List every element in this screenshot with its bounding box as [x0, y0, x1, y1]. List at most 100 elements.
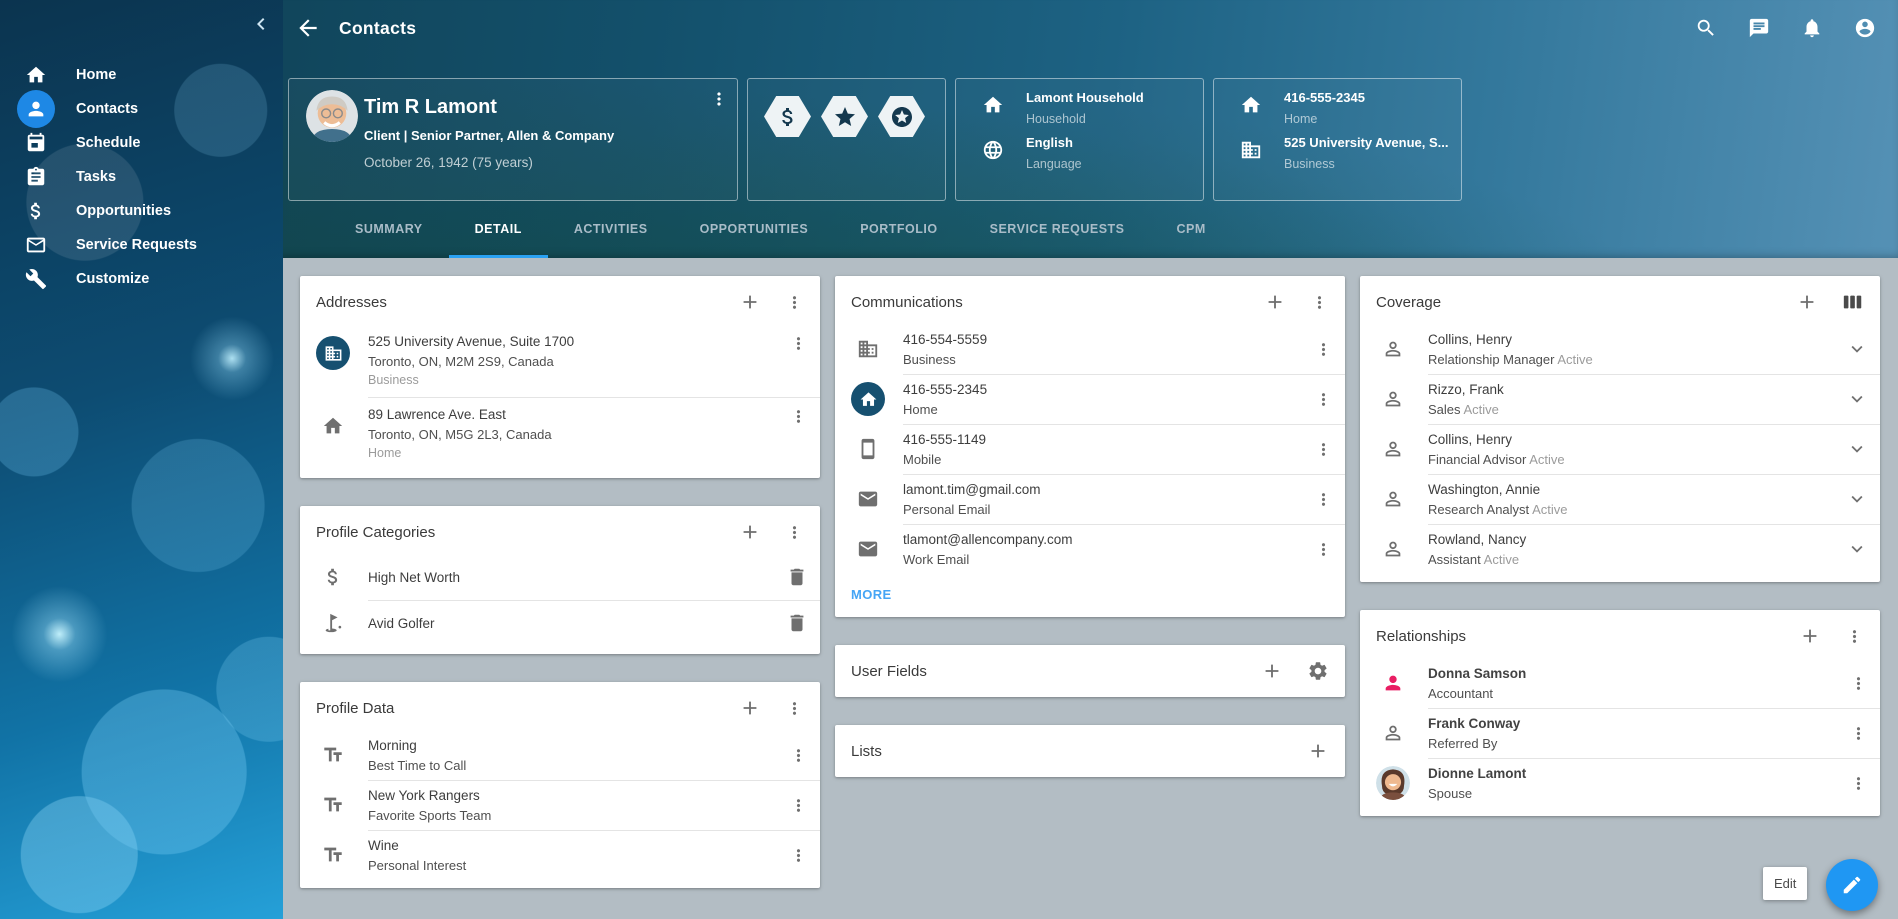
tab-label: PORTFOLIO: [860, 222, 937, 236]
communications-kebab-icon[interactable]: [1310, 293, 1329, 312]
communication-kebab-icon[interactable]: [1314, 440, 1333, 459]
contact-menu-kebab-icon[interactable]: [709, 89, 729, 109]
home-icon: [1240, 94, 1262, 116]
mail-icon: [851, 532, 885, 566]
categories-kebab-icon[interactable]: [785, 523, 804, 542]
sidebar-item-customize[interactable]: Customize: [0, 262, 283, 296]
back-arrow-icon[interactable]: [295, 15, 321, 41]
coverage-expand-chevron-icon[interactable]: [1846, 538, 1868, 560]
tab-activities[interactable]: ACTIVITIES: [548, 206, 674, 258]
coverage-role: Financial Advisor: [1428, 452, 1526, 467]
add-address-button[interactable]: [739, 291, 761, 313]
sidebar-item-label: Contacts: [76, 101, 138, 117]
add-category-button[interactable]: [739, 521, 761, 543]
building-icon: [851, 332, 885, 366]
tab-portfolio[interactable]: PORTFOLIO: [834, 206, 963, 258]
addresses-card: Addresses 525 University Avenue, Suite 1…: [300, 276, 820, 478]
relationship-kebab-icon[interactable]: [1849, 774, 1868, 793]
globe-icon: [982, 139, 1004, 161]
contact-avatar: [306, 90, 358, 142]
category-row: Avid Golfer: [300, 600, 820, 646]
coverage-row: Collins, Henry Financial Advisor Active: [1360, 424, 1880, 474]
more-link[interactable]: MORE: [835, 574, 908, 617]
sidebar-item-contacts[interactable]: Contacts: [0, 92, 283, 126]
card-title: Coverage: [1376, 294, 1796, 311]
appbar: Contacts: [283, 0, 1898, 56]
communication-label: Business: [903, 352, 1314, 367]
relationship-row: Dionne Lamont Spouse: [1360, 758, 1880, 808]
chat-icon-chat[interactable]: [1748, 17, 1770, 39]
sidebar-item-label: Customize: [76, 271, 149, 287]
coverage-expand-chevron-icon[interactable]: [1846, 338, 1868, 360]
sidebar-item-home[interactable]: Home: [0, 58, 283, 92]
add-relationship-button[interactable]: [1799, 625, 1821, 647]
card-title: Profile Data: [316, 700, 739, 717]
coverage-columns-icon[interactable]: [1842, 291, 1864, 313]
address-kebab-icon[interactable]: [789, 407, 808, 426]
sidebar-item-service-requests[interactable]: Service Requests: [0, 228, 283, 262]
relationship-kebab-icon[interactable]: [1849, 724, 1868, 743]
communication-value: tlamont@allencompany.com: [903, 532, 1314, 547]
tab-summary[interactable]: SUMMARY: [329, 206, 449, 258]
card-title: Lists: [851, 743, 1307, 760]
delete-category-icon[interactable]: [786, 566, 808, 588]
profile-data-row-kebab-icon[interactable]: [789, 746, 808, 765]
building-icon: [316, 336, 350, 370]
tab-bar: SUMMARY DETAIL ACTIVITIES OPPORTUNITIES …: [283, 206, 1898, 258]
coverage-expand-chevron-icon[interactable]: [1846, 438, 1868, 460]
coverage-name: Rowland, Nancy: [1428, 532, 1846, 547]
add-profile-data-button[interactable]: [739, 697, 761, 719]
sidebar-item-label: Service Requests: [76, 237, 197, 253]
address-kebab-icon[interactable]: [789, 334, 808, 353]
delete-category-icon[interactable]: [786, 612, 808, 634]
profile-data-row-kebab-icon[interactable]: [789, 846, 808, 865]
user-fields-gear-icon[interactable]: [1307, 660, 1329, 682]
tab-service-requests[interactable]: SERVICE REQUESTS: [964, 206, 1151, 258]
search-icon-search[interactable]: [1695, 17, 1717, 39]
add-list-button[interactable]: [1307, 740, 1329, 762]
addresses-kebab-icon[interactable]: [785, 293, 804, 312]
tab-label: SERVICE REQUESTS: [990, 222, 1125, 236]
relationships-kebab-icon[interactable]: [1845, 627, 1864, 646]
mobile-icon: [851, 432, 885, 466]
add-user-field-button[interactable]: [1261, 660, 1283, 682]
row-value: 525 University Avenue, S...: [1284, 135, 1449, 150]
add-communication-button[interactable]: [1264, 291, 1286, 313]
coverage-row: Rizzo, Frank Sales Active: [1360, 374, 1880, 424]
communication-kebab-icon[interactable]: [1314, 540, 1333, 559]
profile-data-kebab-icon[interactable]: [785, 699, 804, 718]
communication-value: lamont.tim@gmail.com: [903, 482, 1314, 497]
coverage-name: Collins, Henry: [1428, 432, 1846, 447]
sidebar-item-schedule[interactable]: Schedule: [0, 126, 283, 160]
account-icon-account[interactable]: [1854, 17, 1876, 39]
coverage-expand-chevron-icon[interactable]: [1846, 488, 1868, 510]
card-title: Relationships: [1376, 628, 1799, 645]
address-line2: Toronto, ON, M2M 2S9, Canada: [368, 354, 789, 369]
profile-data-row-kebab-icon[interactable]: [789, 796, 808, 815]
communication-label: Work Email: [903, 552, 1314, 567]
address-line2: Toronto, ON, M5G 2L3, Canada: [368, 427, 789, 442]
row-label: Home: [1284, 112, 1365, 126]
notifications-icon-notifications[interactable]: [1801, 17, 1823, 39]
coverage-expand-chevron-icon[interactable]: [1846, 388, 1868, 410]
tab-label: OPPORTUNITIES: [700, 222, 809, 236]
relationship-name: Frank Conway: [1428, 716, 1849, 731]
tab-opportunities[interactable]: OPPORTUNITIES: [674, 206, 835, 258]
sidebar-item-tasks[interactable]: Tasks: [0, 160, 283, 194]
sidebar-item-opportunities[interactable]: Opportunities: [0, 194, 283, 228]
add-coverage-button[interactable]: [1796, 291, 1818, 313]
person-icon: [25, 98, 47, 120]
relationship-kebab-icon[interactable]: [1849, 674, 1868, 693]
communication-kebab-icon[interactable]: [1314, 490, 1333, 509]
communication-kebab-icon[interactable]: [1314, 390, 1333, 409]
tab-cpm[interactable]: CPM: [1151, 206, 1232, 258]
communication-value: 416-555-1149: [903, 432, 1314, 447]
communication-row: 416-555-2345 Home: [835, 374, 1345, 424]
edit-fab-button[interactable]: [1826, 859, 1878, 911]
address-line1: 89 Lawrence Ave. East: [368, 407, 789, 422]
communication-kebab-icon[interactable]: [1314, 340, 1333, 359]
tab-detail[interactable]: DETAIL: [449, 206, 548, 258]
profile-data-label: Favorite Sports Team: [368, 808, 789, 823]
home-icon: [982, 94, 1004, 116]
sidebar-collapse-chevron-icon[interactable]: [249, 12, 273, 36]
